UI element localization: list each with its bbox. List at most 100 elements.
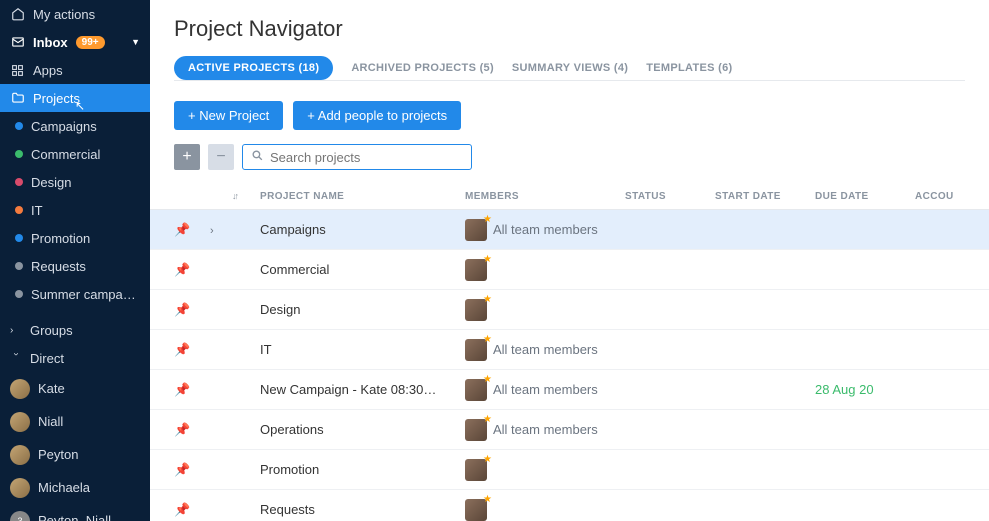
project-name: Requests <box>260 502 315 517</box>
pin-icon[interactable]: 📌 <box>174 422 190 437</box>
sidebar-project-item[interactable]: IT <box>0 196 150 224</box>
pin-icon[interactable]: 📌 <box>174 222 190 237</box>
project-dot-icon <box>15 150 23 158</box>
pin-icon[interactable]: 📌 <box>174 462 190 477</box>
table-row[interactable]: 📌 Design ★ <box>150 290 989 330</box>
label: Design <box>31 175 71 190</box>
sidebar-item-projects[interactable]: Projects <box>0 84 150 112</box>
col-members[interactable]: MEMBERS <box>465 191 519 202</box>
table-row[interactable]: 📌 New Campaign - Kate 08:30… ★ All team … <box>150 370 989 410</box>
new-project-button[interactable]: + New Project <box>174 101 283 130</box>
home-icon <box>10 7 25 22</box>
member-avatar[interactable]: ★ <box>465 499 487 521</box>
label: Summer campa… <box>31 287 136 302</box>
col-due-date[interactable]: DUE DATE <box>815 191 869 202</box>
project-dot-icon <box>15 290 23 298</box>
member-avatar[interactable]: ★ <box>465 419 487 441</box>
project-dot-icon <box>15 206 23 214</box>
table-header: ↓↑ PROJECT NAME MEMBERS STATUS START DAT… <box>150 184 989 210</box>
sidebar-project-item[interactable]: Design <box>0 168 150 196</box>
search-box[interactable] <box>242 144 472 170</box>
sidebar-project-item[interactable]: Commercial <box>0 140 150 168</box>
search-icon <box>251 149 264 165</box>
col-status[interactable]: STATUS <box>625 191 666 202</box>
member-avatar[interactable]: ★ <box>465 299 487 321</box>
sidebar-project-item[interactable]: Requests <box>0 252 150 280</box>
project-name: Commercial <box>260 262 329 277</box>
label: Apps <box>33 63 63 78</box>
label: Promotion <box>31 231 90 246</box>
tab-active-projects[interactable]: ACTIVE PROJECTS (18) <box>174 56 333 80</box>
add-people-button[interactable]: + Add people to projects <box>293 101 461 130</box>
main-area: Project Navigator ACTIVE PROJECTS (18) A… <box>150 0 989 521</box>
chevron-right-icon: › <box>10 325 22 336</box>
sidebar-direct-item[interactable]: Michaela <box>0 471 150 504</box>
pin-icon[interactable]: 📌 <box>174 262 190 277</box>
member-avatar[interactable]: ★ <box>465 259 487 281</box>
star-icon: ★ <box>483 494 492 505</box>
label: Michaela <box>38 480 90 495</box>
tab-archived-projects[interactable]: ARCHIVED PROJECTS (5) <box>351 56 494 80</box>
project-dot-icon <box>15 234 23 242</box>
sidebar-item-apps[interactable]: Apps <box>0 56 150 84</box>
star-icon: ★ <box>483 294 492 305</box>
project-name: Campaigns <box>260 222 326 237</box>
sidebar-item-direct[interactable]: › Direct <box>0 344 150 372</box>
sidebar: My actions Inbox 99+ ▼ Apps Projects ↖ C… <box>0 0 150 521</box>
member-avatar[interactable]: ★ <box>465 379 487 401</box>
project-name: IT <box>260 342 272 357</box>
member-avatar[interactable]: ★ <box>465 219 487 241</box>
label: Campaigns <box>31 119 97 134</box>
project-name: Operations <box>260 422 324 437</box>
table-row[interactable]: 📌 Operations ★ All team members <box>150 410 989 450</box>
star-icon: ★ <box>483 214 492 225</box>
project-name: New Campaign - Kate 08:30… <box>260 382 436 397</box>
pin-icon[interactable]: 📌 <box>174 302 190 317</box>
sidebar-direct-item[interactable]: Niall <box>0 405 150 438</box>
chevron-down-icon[interactable]: ▼ <box>131 37 140 47</box>
expand-icon[interactable]: › <box>210 225 214 237</box>
grid-icon <box>10 63 25 78</box>
sidebar-project-item[interactable]: Campaigns <box>0 112 150 140</box>
add-filter-button[interactable]: + <box>174 144 200 170</box>
avatar <box>10 478 30 498</box>
members-text: All team members <box>493 422 598 437</box>
col-accou[interactable]: ACCOU <box>915 191 954 202</box>
members-text: All team members <box>493 382 598 397</box>
remove-filter-button[interactable]: − <box>208 144 234 170</box>
label: Requests <box>31 259 86 274</box>
pin-icon[interactable]: 📌 <box>174 342 190 357</box>
star-icon: ★ <box>483 414 492 425</box>
table-row[interactable]: 📌 Promotion ★ <box>150 450 989 490</box>
table-row[interactable]: 📌 › Campaigns ★ All team members <box>150 210 989 250</box>
table-row[interactable]: 📌 Commercial ★ <box>150 250 989 290</box>
page-title: Project Navigator <box>174 16 965 42</box>
project-dot-icon <box>15 122 23 130</box>
label: Inbox <box>33 35 68 50</box>
sidebar-item-groups[interactable]: › Groups <box>0 316 150 344</box>
project-dot-icon <box>15 178 23 186</box>
sidebar-project-item[interactable]: Summer campa… <box>0 280 150 308</box>
sidebar-item-inbox[interactable]: Inbox 99+ ▼ <box>0 28 150 56</box>
sidebar-direct-item[interactable]: 3Peyton, Niall,… <box>0 504 150 521</box>
pin-icon[interactable]: 📌 <box>174 382 190 397</box>
member-avatar[interactable]: ★ <box>465 459 487 481</box>
tab-summary-views[interactable]: SUMMARY VIEWS (4) <box>512 56 628 80</box>
label: Peyton, Niall,… <box>38 513 128 521</box>
sidebar-direct-item[interactable]: Kate <box>0 372 150 405</box>
label: Niall <box>38 414 63 429</box>
avatar <box>10 379 30 399</box>
table-row[interactable]: 📌 IT ★ All team members <box>150 330 989 370</box>
sidebar-item-my-actions[interactable]: My actions <box>0 0 150 28</box>
pin-icon[interactable]: 📌 <box>174 502 190 517</box>
col-name[interactable]: PROJECT NAME <box>260 191 344 202</box>
sidebar-direct-item[interactable]: Peyton <box>0 438 150 471</box>
avatar <box>10 412 30 432</box>
col-start-date[interactable]: START DATE <box>715 191 781 202</box>
member-avatar[interactable]: ★ <box>465 339 487 361</box>
table-row[interactable]: 📌 Requests ★ <box>150 490 989 521</box>
sidebar-project-item[interactable]: Promotion <box>0 224 150 252</box>
search-input[interactable] <box>270 150 463 165</box>
sort-icon[interactable]: ↓↑ <box>232 191 237 201</box>
tab-templates[interactable]: TEMPLATES (6) <box>646 56 732 80</box>
